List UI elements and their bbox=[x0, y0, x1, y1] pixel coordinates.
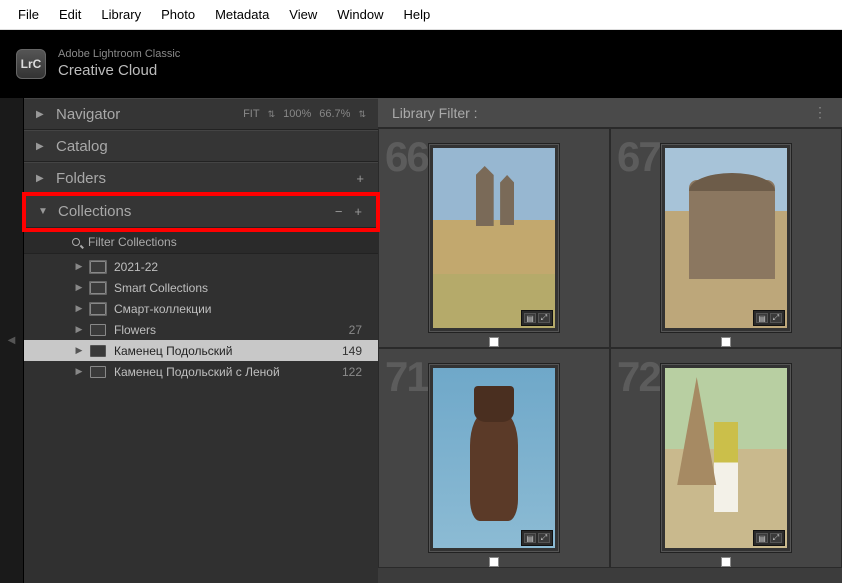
cell-index: 67 bbox=[617, 133, 660, 181]
tree-row[interactable]: ▶ Flowers27 bbox=[24, 319, 378, 340]
thumbnail-badges[interactable]: ▤⤢ bbox=[521, 310, 553, 326]
brand-subtitle: Adobe Lightroom Classic bbox=[58, 48, 180, 61]
panel-collections[interactable]: ▼ Collections − + bbox=[26, 196, 376, 228]
thumbnail-frame: ▤⤢ bbox=[428, 143, 560, 333]
tree-row-count: 149 bbox=[342, 344, 366, 358]
content-area: Library Filter : ⋮ 66 ▤⤢ 67 ▤⤢ 71 ▤⤢ 72 ▤⤢ bbox=[378, 98, 842, 583]
panel-label: Collections bbox=[58, 203, 333, 220]
panel-label: Folders bbox=[56, 170, 354, 187]
disclosure-icon: ▶ bbox=[74, 303, 84, 314]
cell-index: 71 bbox=[385, 353, 428, 401]
menubar: File Edit Library Photo Metadata View Wi… bbox=[0, 0, 842, 30]
library-filter-label: Library Filter : bbox=[392, 105, 478, 121]
left-panel: ▶ Navigator FIT ⇅ 100% 66.7% ⇅ ▶ Catalog ▶… bbox=[24, 98, 378, 583]
thumbnail-image: ▤⤢ bbox=[433, 148, 555, 328]
thumbnail-cell[interactable]: 67 ▤⤢ bbox=[610, 128, 842, 348]
thumbnail-image: ▤⤢ bbox=[665, 148, 787, 328]
collections-highlight: ▼ Collections − + bbox=[22, 192, 380, 232]
menu-view[interactable]: View bbox=[279, 3, 327, 26]
menu-edit[interactable]: Edit bbox=[49, 3, 91, 26]
collection-icon bbox=[90, 366, 106, 378]
add-folder-button[interactable]: + bbox=[354, 171, 366, 186]
disclosure-icon: ▶ bbox=[74, 282, 84, 293]
thumbnail-cell[interactable]: 71 ▤⤢ bbox=[378, 348, 610, 568]
thumbnail-badges[interactable]: ▤⤢ bbox=[521, 530, 553, 546]
filter-placeholder: Filter Collections bbox=[88, 235, 177, 249]
menu-help[interactable]: Help bbox=[394, 3, 441, 26]
tree-row[interactable]: ▶ Каменец Подольский149 bbox=[24, 340, 378, 361]
app-logo-icon: LrC bbox=[16, 49, 46, 79]
app-branding: LrC Adobe Lightroom Classic Creative Clo… bbox=[0, 30, 842, 98]
collection-icon bbox=[90, 324, 106, 336]
collection-icon bbox=[90, 261, 106, 273]
filter-collections-row[interactable]: Filter Collections bbox=[24, 230, 378, 254]
tree-row-label: Смарт-коллекции bbox=[114, 302, 362, 316]
menu-photo[interactable]: Photo bbox=[151, 3, 205, 26]
tree-row-label: 2021-22 bbox=[114, 260, 362, 274]
brand-title: Creative Cloud bbox=[58, 62, 180, 80]
menu-library[interactable]: Library bbox=[91, 3, 151, 26]
disclosure-icon: ▶ bbox=[36, 141, 46, 152]
tree-row-count: 27 bbox=[349, 323, 366, 337]
cell-index: 66 bbox=[385, 133, 428, 181]
pick-flag[interactable] bbox=[489, 337, 499, 347]
panel-label: Navigator bbox=[56, 106, 243, 123]
panel-navigator[interactable]: ▶ Navigator FIT ⇅ 100% 66.7% ⇅ bbox=[24, 98, 378, 130]
search-icon bbox=[72, 238, 80, 246]
disclosure-icon: ▶ bbox=[74, 366, 84, 377]
filter-options-icon[interactable]: ⋮ bbox=[813, 104, 828, 121]
tree-row[interactable]: ▶ Каменец Подольский с Леной122 bbox=[24, 361, 378, 382]
thumbnail-cell[interactable]: 72 ▤⤢ bbox=[610, 348, 842, 568]
thumbnail-image: ▤⤢ bbox=[433, 368, 555, 548]
library-filter-bar[interactable]: Library Filter : ⋮ bbox=[378, 98, 842, 128]
updown-icon[interactable]: ⇅ bbox=[358, 109, 366, 120]
menu-window[interactable]: Window bbox=[327, 3, 393, 26]
collections-tree: ▶ 2021-22 ▶ Smart Collections ▶ Смарт-коллекц… bbox=[24, 254, 378, 384]
thumbnail-image: ▤⤢ bbox=[665, 368, 787, 548]
thumbnail-badges[interactable]: ▤⤢ bbox=[753, 530, 785, 546]
tree-row-label: Каменец Подольский bbox=[114, 344, 342, 358]
pick-flag[interactable] bbox=[489, 557, 499, 567]
cell-index: 72 bbox=[617, 353, 660, 401]
pick-flag[interactable] bbox=[721, 337, 731, 347]
tree-row-count: 122 bbox=[342, 365, 366, 379]
left-panel-handle[interactable]: ◀ bbox=[0, 98, 24, 583]
add-collection-button[interactable]: + bbox=[352, 204, 364, 219]
tree-row[interactable]: ▶ 2021-22 bbox=[24, 256, 378, 277]
collection-icon bbox=[90, 303, 106, 315]
menu-file[interactable]: File bbox=[8, 3, 49, 26]
thumbnail-cell[interactable]: 66 ▤⤢ bbox=[378, 128, 610, 348]
thumbnail-grid: 66 ▤⤢ 67 ▤⤢ 71 ▤⤢ 72 ▤⤢ bbox=[378, 128, 842, 583]
tree-row[interactable]: ▶ Smart Collections bbox=[24, 277, 378, 298]
tree-row[interactable]: ▶ Смарт-коллекции bbox=[24, 298, 378, 319]
remove-collection-button[interactable]: − bbox=[333, 204, 345, 219]
tree-row-label: Smart Collections bbox=[114, 281, 362, 295]
updown-icon[interactable]: ⇅ bbox=[268, 109, 276, 120]
tree-row-label: Каменец Подольский с Леной bbox=[114, 365, 342, 379]
menu-metadata[interactable]: Metadata bbox=[205, 3, 279, 26]
navigator-zoom1[interactable]: 100% bbox=[283, 108, 311, 120]
panel-catalog[interactable]: ▶ Catalog bbox=[24, 130, 378, 162]
disclosure-icon: ▶ bbox=[74, 345, 84, 356]
thumbnail-frame: ▤⤢ bbox=[660, 143, 792, 333]
disclosure-icon: ▼ bbox=[38, 206, 48, 217]
thumbnail-frame: ▤⤢ bbox=[660, 363, 792, 553]
thumbnail-badges[interactable]: ▤⤢ bbox=[753, 310, 785, 326]
tree-row-label: Flowers bbox=[114, 323, 349, 337]
disclosure-icon: ▶ bbox=[74, 261, 84, 272]
collection-icon bbox=[90, 282, 106, 294]
panel-folders[interactable]: ▶ Folders + bbox=[24, 162, 378, 194]
panel-label: Catalog bbox=[56, 138, 366, 155]
disclosure-icon: ▶ bbox=[74, 324, 84, 335]
chevron-left-icon: ◀ bbox=[8, 335, 16, 346]
navigator-fit[interactable]: FIT bbox=[243, 108, 260, 120]
collection-icon bbox=[90, 345, 106, 357]
disclosure-icon: ▶ bbox=[36, 173, 46, 184]
thumbnail-frame: ▤⤢ bbox=[428, 363, 560, 553]
disclosure-icon: ▶ bbox=[36, 109, 46, 120]
navigator-zoom2[interactable]: 66.7% bbox=[319, 108, 350, 120]
pick-flag[interactable] bbox=[721, 557, 731, 567]
